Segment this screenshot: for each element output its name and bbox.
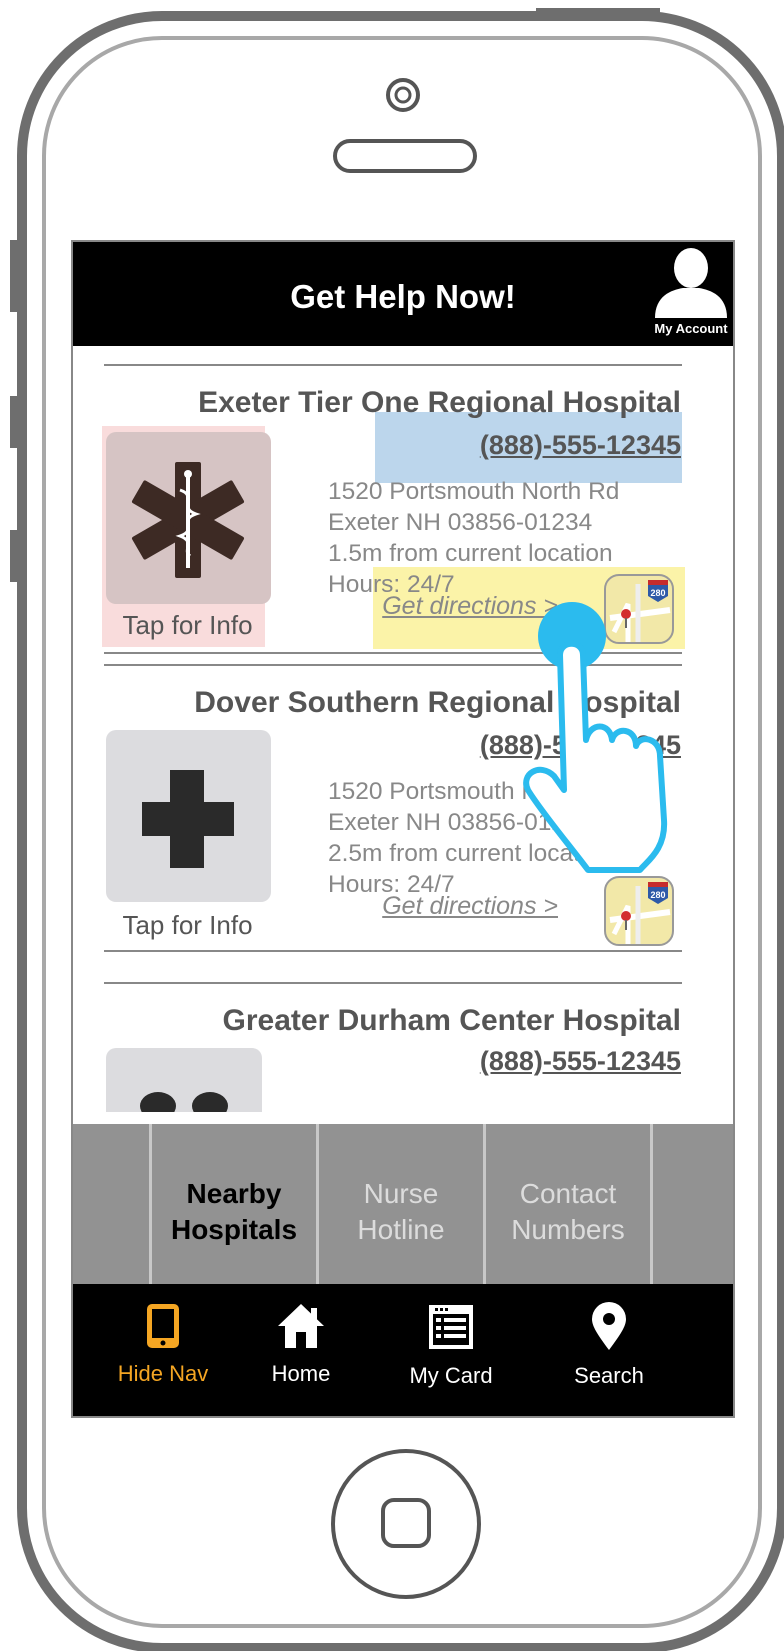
tap-gesture-overlay bbox=[523, 602, 668, 873]
pointing-hand-icon bbox=[523, 640, 668, 873]
